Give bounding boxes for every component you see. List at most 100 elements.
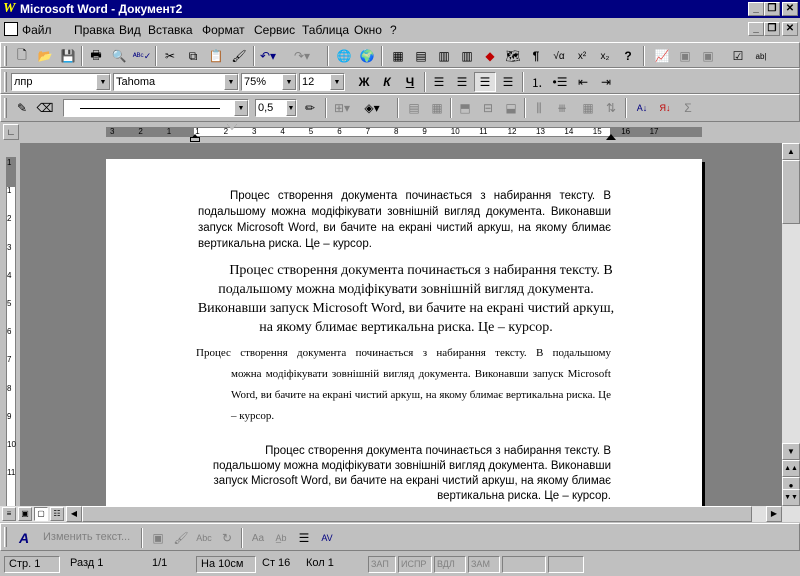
decrease-indent-icon[interactable]: ⇤ — [572, 72, 594, 92]
right-indent-marker[interactable] — [606, 134, 616, 140]
checkbox-icon[interactable]: ☑ — [727, 46, 749, 66]
horizontal-ruler[interactable]: ∟ 3 2 1 1 2 3 4 5 6 7 8 9 10 11 12 13 14 15 16 17 — [0, 122, 800, 142]
status-overtype[interactable]: ЗАМ — [468, 556, 500, 573]
title-bar[interactable]: W Microsoft Word - Документ2 _ ❐ ✕ — [0, 0, 800, 18]
left-indent-marker[interactable] — [190, 137, 200, 142]
spelling-icon[interactable]: ᴬᴮᶜ✓ — [131, 46, 153, 66]
distribute-rows-icon[interactable]: ⫼ — [528, 98, 550, 118]
vertical-scroll-thumb[interactable] — [782, 160, 800, 224]
split-cells-icon[interactable]: ▦ — [426, 98, 448, 118]
italic-button[interactable]: К — [376, 72, 398, 92]
format-wordart-icon[interactable]: 🖌 — [170, 528, 192, 548]
print-layout-icon[interactable]: ▢ — [34, 507, 48, 521]
copy-icon[interactable]: ⧉ — [182, 46, 204, 66]
insert-table-icon[interactable]: ▤ — [410, 46, 432, 66]
align-right-icon[interactable]: ☰ — [474, 72, 496, 92]
save-icon[interactable]: 💾 — [57, 46, 79, 66]
horizontal-scroll-thumb[interactable] — [82, 506, 752, 522]
help-icon[interactable]: ? — [617, 46, 639, 66]
sort-ascending-icon[interactable]: A↓ — [631, 98, 653, 118]
status-record-macro[interactable]: ЗАП — [368, 556, 396, 573]
line-weight-combo[interactable]: 0,5 ▼ — [255, 99, 297, 117]
numbering-icon[interactable]: ⒈ — [526, 72, 548, 92]
menu-window[interactable]: Окно — [354, 23, 382, 37]
doc-minimize-button[interactable]: _ — [748, 22, 764, 36]
document-workspace[interactable]: Процес створення документа починається з… — [20, 143, 782, 506]
hyperlink-icon[interactable]: 🌐 — [333, 46, 355, 66]
menu-edit[interactable]: Правка — [74, 23, 115, 37]
menu-insert[interactable]: Вставка — [148, 23, 193, 37]
wordart-alignment-icon[interactable]: ☰ — [293, 528, 315, 548]
show-hide-icon[interactable]: ¶ — [525, 46, 547, 66]
superscript-icon[interactable]: x² — [571, 46, 593, 66]
wordart-gallery-icon[interactable]: ▣ — [147, 528, 169, 548]
border-color-icon[interactable]: ✏ — [299, 98, 321, 118]
toolbar-grip[interactable] — [4, 98, 7, 118]
paragraph-3[interactable]: Процес створення документа починається з… — [196, 343, 611, 427]
draw-table-pencil-icon[interactable]: ✎ — [11, 98, 33, 118]
web-layout-icon[interactable]: ▣ — [18, 507, 32, 521]
print-preview-icon[interactable]: 🔍 — [108, 46, 130, 66]
menu-file[interactable]: Файл — [22, 23, 52, 37]
status-track-changes[interactable]: ИСПР — [398, 556, 432, 573]
font-size-combo[interactable]: 12 ▼ — [299, 73, 345, 91]
sort-descending-icon[interactable]: Я↓ — [654, 98, 676, 118]
vertical-text-icon[interactable]: A̲b — [270, 528, 292, 548]
eraser-icon[interactable]: ⌫ — [34, 98, 56, 118]
align-bottom-icon[interactable]: ⬓ — [500, 98, 522, 118]
zoom-combo[interactable]: 75% ▼ — [241, 73, 297, 91]
autosum-icon[interactable]: Σ — [677, 98, 699, 118]
columns-icon[interactable]: ▥ — [456, 46, 478, 66]
align-middle-icon[interactable]: ⊟ — [477, 98, 499, 118]
toolbar-grip[interactable] — [4, 527, 7, 547]
doc-restore-button[interactable]: ❐ — [764, 22, 780, 36]
merge-cells-icon[interactable]: ▤ — [403, 98, 425, 118]
style-combo[interactable]: лпр ▼ — [11, 73, 111, 91]
borders-icon[interactable]: ⊞▾ — [331, 98, 353, 118]
doc-close-button[interactable]: ✕ — [782, 22, 798, 36]
restore-button[interactable]: ❐ — [764, 2, 780, 16]
chevron-down-icon[interactable]: ▼ — [330, 74, 344, 90]
subscript-icon[interactable]: x₂ — [594, 46, 616, 66]
menu-help[interactable]: ? — [390, 23, 397, 37]
menu-tools[interactable]: Сервис — [254, 23, 295, 37]
horizontal-scrollbar[interactable]: ≡ ▣ ▢ ☷ ◀ ▶ — [0, 506, 800, 522]
minimize-button[interactable]: _ — [748, 2, 764, 16]
chevron-down-icon[interactable]: ▼ — [286, 100, 296, 116]
justify-icon[interactable]: ☰ — [497, 72, 519, 92]
drawing-icon[interactable]: ◆ — [479, 46, 501, 66]
new-document-icon[interactable]: 🗋 — [11, 46, 33, 66]
undo-icon[interactable]: ↶▾ — [257, 46, 279, 66]
increase-indent-icon[interactable]: ⇥ — [595, 72, 617, 92]
open-folder-icon[interactable]: 📂 — [34, 46, 56, 66]
bullets-icon[interactable]: •☰ — [549, 72, 571, 92]
wordart-shape-icon[interactable]: Abc — [193, 528, 215, 548]
print-icon[interactable]: 🖶 — [85, 46, 107, 66]
bold-button[interactable]: Ж — [353, 72, 375, 92]
paragraph-4[interactable]: Процес створення документа починається з… — [198, 444, 611, 504]
format-painter-icon[interactable]: 🖌 — [228, 46, 250, 66]
menu-view[interactable]: Вид — [119, 23, 141, 37]
scroll-right-icon[interactable]: ▶ — [766, 506, 782, 522]
outline-view-icon[interactable]: ☷ — [50, 507, 64, 521]
insert-excel-icon[interactable]: ▥ — [433, 46, 455, 66]
first-line-indent-marker[interactable] — [227, 124, 237, 130]
web-toolbar-icon[interactable]: 🌍 — [356, 46, 378, 66]
shading-color-icon[interactable]: ◈▾ — [361, 98, 383, 118]
chevron-down-icon[interactable]: ▼ — [234, 100, 248, 116]
paste-icon[interactable]: 📋 — [205, 46, 227, 66]
font-combo[interactable]: Tahoma ▼ — [113, 73, 239, 91]
cut-icon[interactable]: ✂ — [159, 46, 181, 66]
document-map-icon[interactable]: 🗺 — [502, 46, 524, 66]
scroll-left-icon[interactable]: ◀ — [66, 506, 82, 522]
tables-borders-icon[interactable]: ▦ — [387, 46, 409, 66]
forms-icon[interactable]: 📈 — [651, 46, 673, 66]
next-page-icon[interactable]: ▼▼ — [782, 489, 800, 506]
align-left-icon[interactable]: ☰ — [428, 72, 450, 92]
align-center-icon[interactable]: ☰ — [451, 72, 473, 92]
text-field-icon[interactable]: ab| — [750, 46, 772, 66]
chevron-down-icon[interactable]: ▼ — [224, 74, 238, 90]
same-letter-heights-icon[interactable]: Aa — [247, 528, 269, 548]
chevron-down-icon[interactable]: ▼ — [96, 74, 110, 90]
paragraph-1[interactable]: Процес створення документа починається з… — [198, 188, 611, 252]
